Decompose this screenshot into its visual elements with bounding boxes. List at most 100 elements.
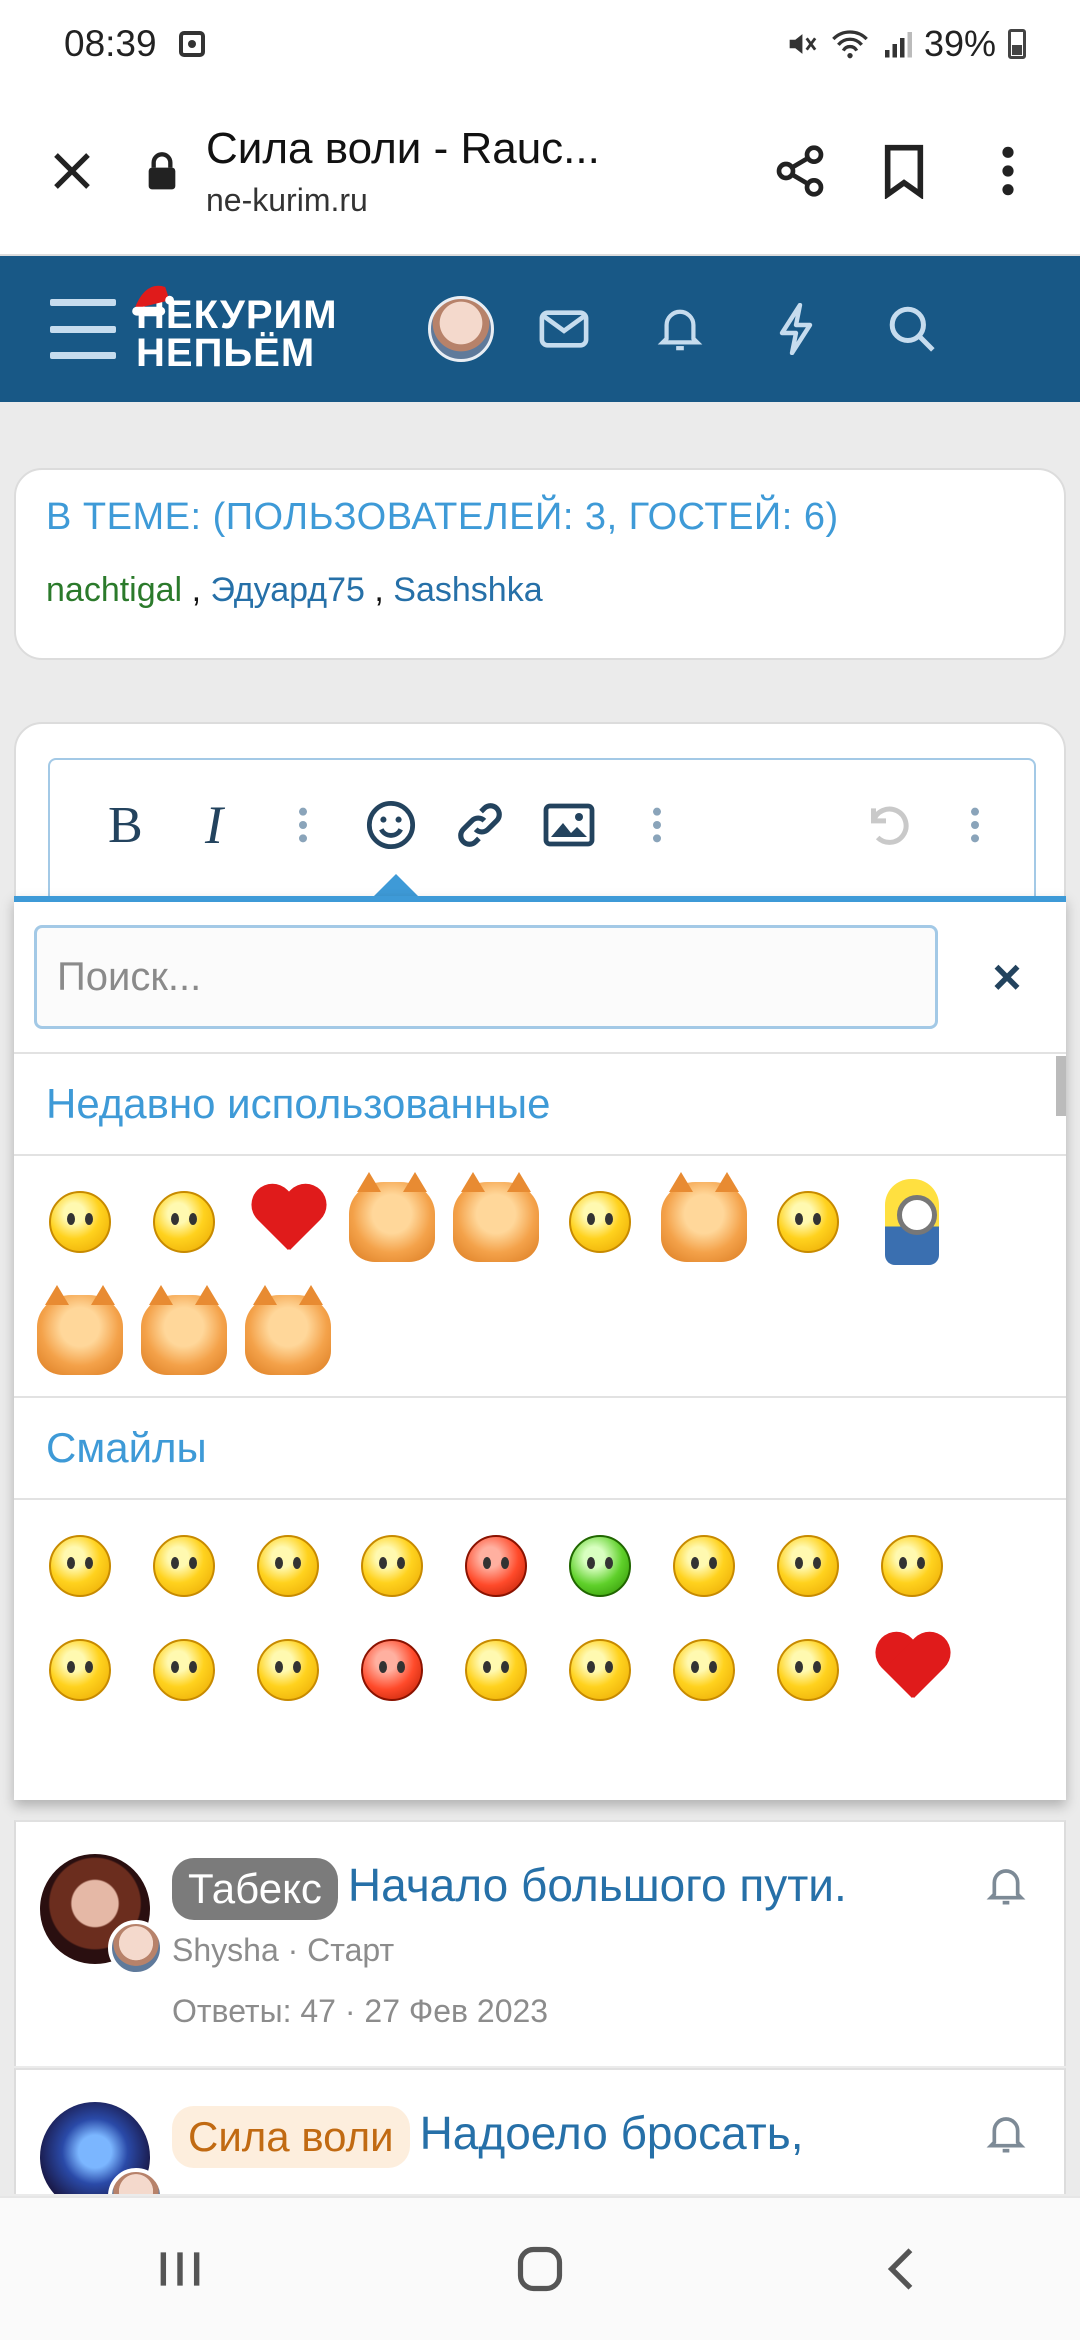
thread-date[interactable]: 27 Фев 2023	[364, 1993, 548, 2029]
menu-button[interactable]	[50, 299, 116, 359]
more-menu-button[interactable]	[976, 139, 1040, 203]
emoji-cat-bread[interactable]	[28, 1283, 132, 1387]
emoji-jedi[interactable]	[548, 1618, 652, 1722]
watch-thread-button[interactable]	[982, 2110, 1030, 2158]
battery-percent: 39%	[923, 23, 996, 64]
battery-icon	[1008, 29, 1026, 59]
emoji-panel-scrollbar[interactable]	[1056, 1056, 1066, 1116]
home-icon	[517, 2246, 563, 2292]
alerts-button[interactable]	[650, 299, 710, 359]
mail-icon	[539, 310, 589, 348]
insert-link-button[interactable]	[451, 792, 510, 858]
lock-icon[interactable]	[144, 151, 180, 191]
emoji-minion[interactable]	[860, 1170, 964, 1274]
bold-label: B	[107, 796, 143, 854]
emoji-picker-panel: × Недавно использованные Смайлы	[14, 896, 1066, 1800]
thread-prefix-tag[interactable]: Табекс	[172, 1857, 338, 1920]
thread-list-item[interactable]: Табекс Начало большого пути. Shysha · Ста…	[14, 1820, 1066, 2066]
back-button[interactable]	[855, 2224, 945, 2314]
recent-apps-button[interactable]	[135, 2224, 225, 2314]
site-header: НЕКУРИМ НЕПЬЁМ	[0, 256, 1080, 402]
emoji-search-input[interactable]	[34, 925, 938, 1029]
italic-label: I	[205, 795, 223, 855]
more-vertical-icon	[1002, 146, 1014, 196]
user-link[interactable]: Sashshka	[393, 571, 542, 609]
thread-list-item[interactable]: Сила воли Надоело бросать,	[14, 2068, 1066, 2194]
home-button[interactable]	[495, 2224, 585, 2314]
status-bar: 08:39 39%	[0, 0, 1080, 88]
bookmark-button[interactable]	[872, 139, 936, 203]
emoji-blush[interactable]	[132, 1618, 236, 1722]
more-text-options-button[interactable]	[273, 792, 332, 858]
smiley-icon	[367, 800, 416, 850]
watch-thread-button[interactable]	[982, 1862, 1030, 1910]
emoji-wink[interactable]	[548, 1170, 652, 1274]
thread-title[interactable]: Начало большого пути.	[348, 1859, 847, 1911]
thread-title[interactable]: Надоело бросать,	[420, 2107, 804, 2159]
page-title-area[interactable]: Сила воли - Rauc... ne-kurim.ru	[206, 124, 626, 219]
emoji-witch[interactable]	[756, 1618, 860, 1722]
user-avatar[interactable]	[428, 296, 494, 362]
emoji-search-clear-button[interactable]: ×	[982, 949, 1032, 1005]
emoji-smile[interactable]	[28, 1514, 132, 1618]
emoji-shocked[interactable]	[28, 1618, 132, 1722]
emoji-heart[interactable]	[860, 1618, 964, 1722]
emoji-grin[interactable]	[860, 1514, 964, 1618]
emoji-devil[interactable]	[340, 1618, 444, 1722]
emoji-heart[interactable]	[236, 1170, 340, 1274]
emoji-no-smoking[interactable]	[236, 1618, 340, 1722]
emoji-girl-bows[interactable]	[132, 1170, 236, 1274]
emoji-grin[interactable]	[28, 1170, 132, 1274]
topic-viewers-list: nachtigal , Эдуард75 , Sashshka	[46, 571, 1034, 610]
link-icon	[458, 803, 502, 847]
thread-forum[interactable]: Старт	[307, 1932, 394, 1968]
bold-button[interactable]: B	[96, 792, 155, 858]
page-title: Сила воли - Rauc...	[206, 123, 600, 173]
emoji-cat-facepalm[interactable]	[236, 1283, 340, 1387]
lightning-icon	[779, 303, 813, 355]
site-logo[interactable]: НЕКУРИМ НЕПЬЁМ	[132, 284, 376, 374]
share-icon	[776, 145, 824, 197]
emoji-cat-sleep[interactable]	[444, 1170, 548, 1274]
emoji-worried[interactable]	[340, 1514, 444, 1618]
emoji-angry[interactable]	[444, 1514, 548, 1618]
insert-image-button[interactable]	[539, 792, 598, 858]
recent-emoji-grid	[14, 1156, 1066, 1396]
emoji-cat-box[interactable]	[340, 1170, 444, 1274]
more-insert-options-button[interactable]	[628, 792, 687, 858]
thread-prefix-tag[interactable]: Сила воли	[172, 2105, 410, 2168]
emoji-button[interactable]	[362, 792, 421, 858]
emoji-music-smile[interactable]	[756, 1170, 860, 1274]
search-icon	[889, 306, 935, 352]
thread-replies: Ответы: 47	[172, 1992, 336, 2029]
undo-button[interactable]	[857, 792, 916, 858]
emoji-bench[interactable]	[444, 1618, 548, 1722]
thread-author[interactable]: Shysha	[172, 1932, 279, 1968]
more-editor-options-button[interactable]	[945, 792, 1004, 858]
emoji-vader[interactable]	[652, 1618, 756, 1722]
italic-button[interactable]: I	[185, 792, 244, 858]
user-link[interactable]: Эдуард75	[210, 571, 364, 609]
smileys-grid	[14, 1500, 1066, 1722]
emoji-thumbs-up[interactable]	[132, 1514, 236, 1618]
search-button[interactable]	[882, 299, 942, 359]
emoji-cat-traveler[interactable]	[652, 1170, 756, 1274]
inbox-button[interactable]	[534, 299, 594, 359]
user-link[interactable]: nachtigal	[46, 571, 182, 609]
emoji-tongue[interactable]	[756, 1514, 860, 1618]
recent-emoji-heading: Недавно использованные	[14, 1052, 1066, 1156]
meta-separator: ·	[344, 1992, 356, 2029]
share-button[interactable]	[768, 139, 832, 203]
emoji-sick[interactable]	[548, 1514, 652, 1618]
last-poster-avatar[interactable]	[108, 1920, 164, 1976]
signal-icon	[884, 32, 912, 58]
topic-viewers-card: В ТЕМЕ: (ПОЛЬЗОВАТЕЛЕЙ: 3, ГОСТЕЙ: 6) na…	[14, 468, 1066, 660]
whats-new-button[interactable]	[766, 299, 826, 359]
emoji-cat-love[interactable]	[132, 1283, 236, 1387]
browser-toolbar: Сила воли - Rauc... ne-kurim.ru	[0, 88, 1080, 256]
close-tab-button[interactable]	[32, 131, 112, 211]
bell-icon	[986, 1869, 1026, 1905]
emoji-cool[interactable]	[652, 1514, 756, 1618]
meta-separator: ·	[287, 1931, 299, 1968]
emoji-wink[interactable]	[236, 1514, 340, 1618]
